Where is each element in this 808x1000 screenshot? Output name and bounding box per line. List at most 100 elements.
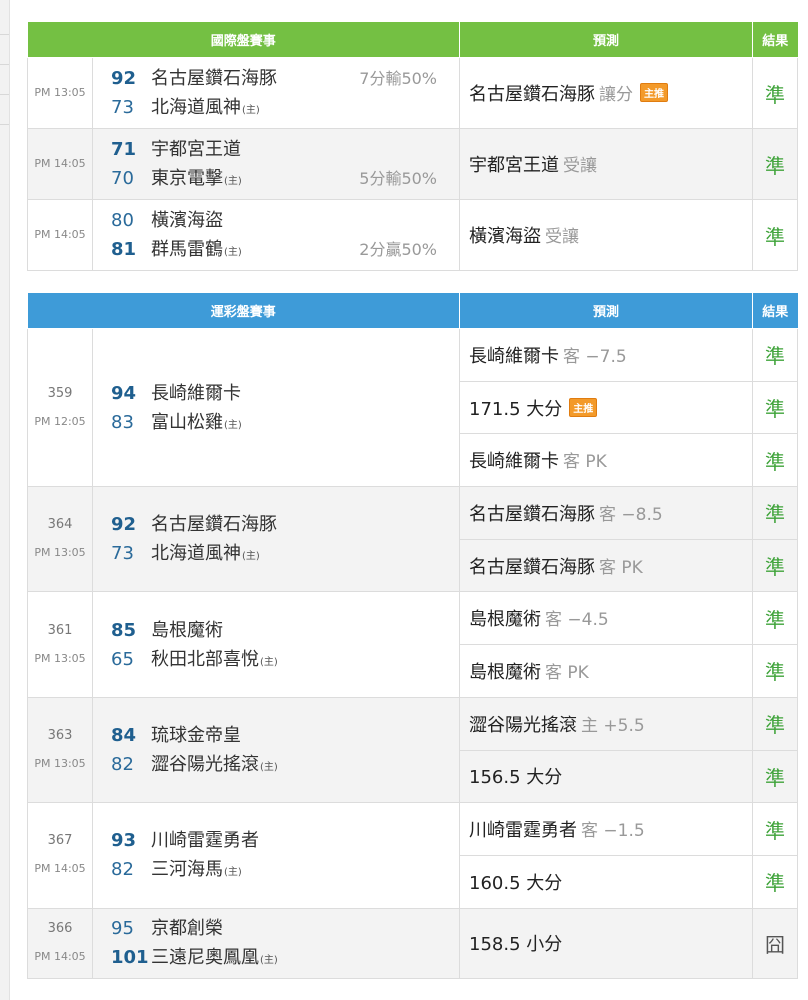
result-mark: 準 [752, 591, 799, 646]
table-header: 運彩盤賽事 預測 結果 [27, 293, 798, 329]
match-column-header: 國際盤賽事 [27, 22, 461, 58]
team-name[interactable]: 秋田北部喜悅 [151, 649, 259, 670]
team-name[interactable]: 三河海馬 [151, 859, 223, 880]
game-time: PM 14:05 [34, 950, 86, 964]
game-row: 363 PM 13:05 84 琉球金帝皇 82 澀谷陽光搖滾(主) 澀谷陽光搖滾主 +5.… [27, 696, 799, 804]
team-name[interactable]: 川崎雷霆勇者 [151, 830, 259, 851]
prediction-pick: 長崎維爾卡 [469, 345, 560, 367]
prediction-line: 客 −4.5 [545, 610, 609, 631]
game-info: 363 PM 13:05 [27, 696, 93, 804]
match-teams: 80 橫濱海盜 81 群馬雷鶴(主) 2分贏50% [91, 199, 461, 271]
prediction-pick: 宇都宮王道 [469, 155, 560, 176]
game-row: 364 PM 13:05 92 名古屋鑽石海豚 73 北海道風神(主) 名古屋鑽石海豚客 −… [27, 486, 799, 593]
match-teams: 92 名古屋鑽石海豚 7分輸50% 73 北海道風神(主) [91, 57, 461, 129]
prediction-column-header: 預測 [459, 293, 754, 329]
prediction-line: 受讓 [563, 156, 598, 176]
game-info: 366 PM 14:05 [27, 907, 93, 979]
game-code: 366 [47, 921, 73, 937]
team-name[interactable]: 宇都宮王道 [151, 139, 241, 160]
game-code: 359 [47, 385, 73, 401]
team-name[interactable]: 京都創榮 [151, 918, 223, 939]
team-score: 73 [111, 543, 134, 565]
sports-lottery-table: 運彩盤賽事 預測 結果 359 PM 12:05 94 長崎維爾卡 83 富山松雞 (主) 長崎維爾… [27, 293, 799, 979]
home-team-mark: (主) [242, 105, 260, 116]
handicap-result: 7分輸50% [359, 69, 438, 88]
match-row: PM 14:05 71 宇都宮王道 70 東京電擊(主) 5分輸50% 宇都宮王道 受讓準 [27, 128, 799, 200]
prediction-line: 客 −1.5 [581, 821, 645, 842]
game-teams: 92 名古屋鑽石海豚 73 北海道風神(主) [91, 486, 461, 593]
prediction-cell: 島根魔術客 −4.5 [459, 591, 754, 646]
result-column-header: 結果 [752, 293, 798, 329]
game-code: 361 [47, 622, 73, 638]
home-team-line: 83 富山松雞(主) [111, 408, 459, 437]
away-team-line: 84 琉球金帝皇 [111, 721, 459, 750]
home-team-mark: (主) [224, 176, 242, 187]
home-team-mark: (主) [260, 762, 278, 773]
game-row: 361 PM 13:05 85 島根魔術 65 秋田北部喜悅(主) 島根魔術客 −4.5 準 [27, 591, 799, 698]
game-code: 367 [47, 833, 73, 849]
result-mark: 囧 [752, 907, 799, 979]
team-score: 101 [111, 947, 149, 969]
prediction-pick: 156.5 大分 [469, 767, 563, 789]
team-name[interactable]: 富山松雞 [151, 412, 223, 433]
team-name[interactable]: 群馬雷鶴 [151, 239, 223, 260]
prediction-line: 受讓 [545, 227, 580, 247]
team-name[interactable]: 名古屋鑽石海豚 [151, 68, 277, 89]
table-header: 國際盤賽事 預測 結果 [27, 22, 798, 58]
team-score: 92 [111, 514, 137, 536]
prediction-cell: 160.5 大分 [459, 854, 754, 909]
prediction-cell: 長崎維爾卡客 PK [459, 433, 754, 488]
home-team-line: 81 群馬雷鶴(主) 2分贏50% [111, 235, 459, 264]
away-team-line: 71 宇都宮王道 [111, 135, 459, 164]
result-mark: 準 [752, 380, 799, 435]
team-score: 92 [111, 68, 137, 89]
prediction-line: 客 PK [563, 452, 607, 473]
prediction-pick: 名古屋鑽石海豚 [469, 84, 596, 105]
prediction-cell: 158.5 小分 [459, 907, 754, 979]
prediction-cell: 名古屋鑽石海豚 讓分 主推 [459, 57, 754, 129]
away-team-line: 85 島根魔術 [111, 616, 459, 645]
prediction-line: 主 +5.5 [581, 715, 645, 736]
game-code: 363 [47, 728, 73, 743]
home-team-line: 65 秋田北部喜悅(主) [111, 645, 459, 674]
team-score: 65 [111, 648, 134, 670]
game-info: 359 PM 12:05 [27, 327, 93, 488]
prediction-pick: 橫濱海盜 [469, 226, 542, 247]
team-name[interactable]: 三遠尼奧鳳凰 [151, 947, 259, 968]
home-team-line: 82 三河海馬(主) [111, 855, 459, 884]
game-time: PM 13:05 [34, 546, 86, 560]
match-time: PM 14:05 [27, 128, 93, 200]
featured-badge: 主推 [640, 83, 669, 102]
team-name[interactable]: 琉球金帝皇 [151, 725, 241, 746]
team-name[interactable]: 北海道風神 [151, 543, 241, 564]
result-mark: 準 [752, 128, 799, 200]
result-mark: 準 [752, 854, 799, 909]
away-team-line: 95 京都創榮 [111, 914, 459, 943]
team-score: 70 [111, 168, 134, 189]
prediction-cell: 名古屋鑽石海豚客 PK [459, 538, 754, 593]
team-name[interactable]: 長崎維爾卡 [151, 383, 241, 404]
result-mark: 準 [752, 57, 799, 129]
team-score: 81 [111, 239, 137, 260]
match-teams: 71 宇都宮王道 70 東京電擊(主) 5分輸50% [91, 128, 461, 200]
result-mark: 準 [752, 696, 799, 751]
team-score: 94 [111, 382, 137, 404]
game-row: 366 PM 14:05 95 京都創榮 101 三遠尼奧鳳凰(主) 158.5 小分囧 [27, 907, 799, 979]
team-name[interactable]: 東京電擊 [151, 168, 223, 189]
prediction-line: 讓分 [599, 85, 634, 105]
team-name[interactable]: 北海道風神 [151, 97, 241, 118]
team-score: 95 [111, 918, 134, 940]
game-info: 364 PM 13:05 [27, 486, 93, 593]
game-teams: 94 長崎維爾卡 83 富山松雞(主) [91, 327, 461, 488]
game-teams: 85 島根魔術 65 秋田北部喜悅(主) [91, 591, 461, 698]
team-score: 83 [111, 411, 134, 433]
team-name[interactable]: 橫濱海盜 [151, 210, 223, 231]
team-name[interactable]: 島根魔術 [151, 620, 223, 641]
away-team-line: 94 長崎維爾卡 [111, 379, 459, 408]
game-time: PM 12:05 [34, 414, 86, 428]
game-teams: 93 川崎雷霆勇者 82 三河海馬(主) [91, 802, 461, 909]
prediction-cell: 島根魔術客 PK [459, 644, 754, 698]
team-name[interactable]: 名古屋鑽石海豚 [151, 514, 277, 535]
game-row: 359 PM 12:05 94 長崎維爾卡 83 富山松雞(主) 長崎維爾卡客 −7.5 準 [27, 327, 799, 488]
team-name[interactable]: 澀谷陽光搖滾 [151, 754, 259, 775]
